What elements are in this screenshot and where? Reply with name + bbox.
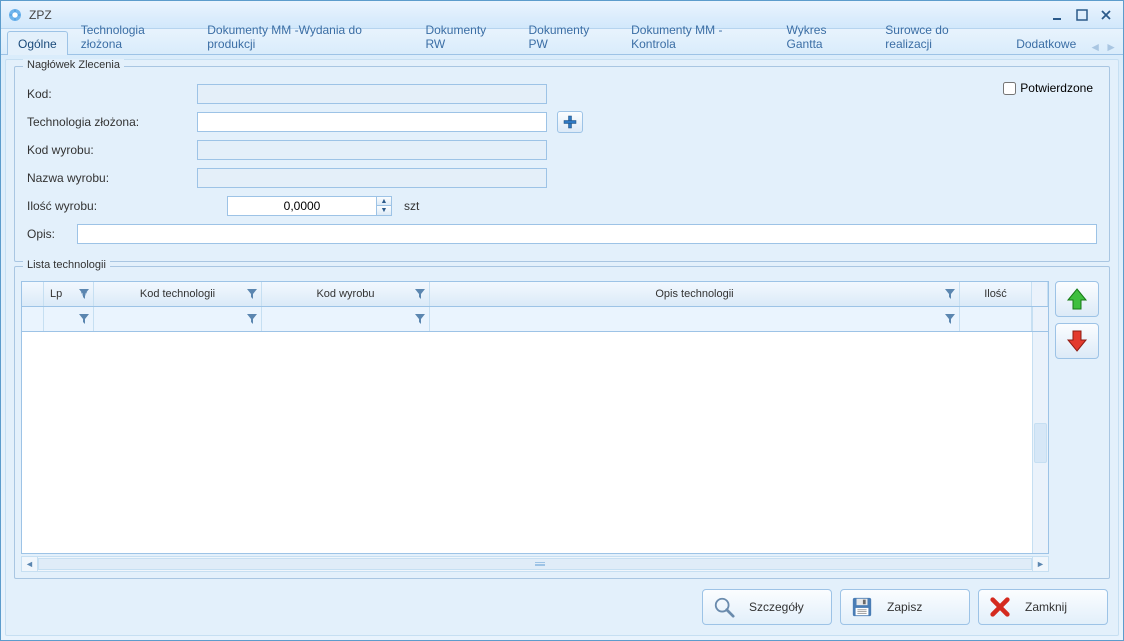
col-lp[interactable]: Lp▽ — [44, 282, 94, 306]
reorder-buttons — [1055, 281, 1103, 572]
filter-ilosc[interactable] — [960, 307, 1032, 331]
technology-grid: Lp▽ Kod technologii Kod wyrobu Opis tech… — [21, 281, 1049, 554]
unit-label: szt — [404, 199, 419, 213]
maximize-button[interactable] — [1071, 6, 1093, 24]
grid-body[interactable] — [22, 332, 1032, 553]
tab-scroll-left-icon[interactable]: ◄ — [1089, 40, 1101, 54]
minimize-button[interactable] — [1047, 6, 1069, 24]
filter-icon[interactable] — [247, 314, 257, 324]
spinner-down[interactable]: ▼ — [377, 206, 391, 215]
tab-technologia-zlozona[interactable]: Technologia złożona — [70, 17, 195, 55]
window: ZPZ Ogólne Technologia złożona Dokumenty… — [0, 0, 1124, 641]
plus-icon — [563, 115, 577, 129]
confirm-checkbox-row: Potwierdzone — [1003, 81, 1093, 95]
save-button[interactable]: Zapisz — [840, 589, 970, 625]
grid-header: Lp▽ Kod technologii Kod wyrobu Opis tech… — [22, 282, 1048, 307]
details-button[interactable]: Szczegóły — [702, 589, 832, 625]
hscroll-thumb[interactable] — [38, 558, 1032, 570]
tabbar: Ogólne Technologia złożona Dokumenty MM … — [1, 29, 1123, 55]
grid-vscroll[interactable] — [1032, 307, 1048, 331]
details-label: Szczegóły — [749, 600, 804, 614]
floppy-icon — [851, 596, 873, 618]
technologia-input[interactable] — [197, 112, 547, 132]
kod-input — [197, 84, 547, 104]
filter-icon[interactable] — [247, 289, 257, 299]
grid-horizontal-scrollbar[interactable]: ◄ ► — [21, 556, 1049, 572]
ilosc-wyrobu-input[interactable] — [227, 196, 377, 216]
filter-icon[interactable] — [79, 289, 89, 299]
tab-ogolne[interactable]: Ogólne — [7, 31, 68, 55]
technologia-label: Technologia złożona: — [27, 115, 197, 129]
close-label: Zamknij — [1025, 600, 1067, 614]
grid-vertical-scrollbar[interactable] — [1032, 332, 1048, 553]
move-up-button[interactable] — [1055, 281, 1099, 317]
tab-surowce[interactable]: Surowce do realizacji — [874, 17, 1003, 55]
tab-dokumenty-rw[interactable]: Dokumenty RW — [414, 17, 515, 55]
hscroll-left[interactable]: ◄ — [22, 557, 38, 571]
confirm-label: Potwierdzone — [1020, 81, 1093, 95]
opis-label: Opis: — [27, 227, 77, 241]
add-technologia-button[interactable] — [557, 111, 583, 133]
filter-icon[interactable] — [415, 314, 425, 324]
close-window-button[interactable] — [1095, 6, 1117, 24]
app-icon — [7, 7, 23, 23]
tab-dokumenty-pw[interactable]: Dokumenty PW — [518, 17, 619, 55]
kod-label: Kod: — [27, 87, 197, 101]
filter-icon[interactable] — [945, 289, 955, 299]
grid-filter-row — [22, 307, 1048, 332]
tab-scroll-right-icon[interactable]: ► — [1105, 40, 1117, 54]
kod-wyrobu-input — [197, 140, 547, 160]
close-icon — [989, 596, 1011, 618]
filter-icon[interactable] — [79, 314, 89, 324]
filter-lp[interactable] — [44, 307, 94, 331]
confirm-checkbox[interactable] — [1003, 82, 1016, 95]
tab-dodatkowe[interactable]: Dodatkowe — [1005, 31, 1087, 55]
col-ilosc[interactable]: Ilość — [960, 282, 1032, 306]
filter-kodtech[interactable] — [94, 307, 262, 331]
spinner-up[interactable]: ▲ — [377, 197, 391, 206]
tab-scroll: ◄ ► — [1089, 40, 1117, 54]
save-label: Zapisz — [887, 600, 922, 614]
hscroll-right[interactable]: ► — [1032, 557, 1048, 571]
filter-icon[interactable] — [945, 314, 955, 324]
nazwa-wyrobu-input — [197, 168, 547, 188]
tab-dokumenty-mm-wydania[interactable]: Dokumenty MM -Wydania do produkcji — [196, 17, 412, 55]
tab-wykres-gantta[interactable]: Wykres Gantta — [776, 17, 873, 55]
filter-sel[interactable] — [22, 307, 44, 331]
kod-wyrobu-label: Kod wyrobu: — [27, 143, 197, 157]
filter-icon[interactable] — [415, 289, 425, 299]
header-groupbox: Nagłówek Zlecenia Potwierdzone Kod: Tech… — [14, 66, 1110, 262]
opis-input[interactable] — [77, 224, 1097, 244]
nazwa-wyrobu-label: Nazwa wyrobu: — [27, 171, 197, 185]
grid-vscroll-header — [1032, 282, 1048, 306]
ilosc-wyrobu-label: Ilość wyrobu: — [27, 199, 197, 213]
grid-wrap: Lp▽ Kod technologii Kod wyrobu Opis tech… — [21, 281, 1049, 572]
filter-kodwyr[interactable] — [262, 307, 430, 331]
filter-opis[interactable] — [430, 307, 960, 331]
magnifier-icon — [713, 596, 735, 618]
header-legend: Nagłówek Zlecenia — [23, 59, 124, 71]
col-kod-technologii[interactable]: Kod technologii — [94, 282, 262, 306]
move-down-button[interactable] — [1055, 323, 1099, 359]
footer: Szczegóły Zapisz Zamknij — [14, 583, 1110, 627]
arrow-down-icon — [1064, 328, 1090, 354]
tab-content: Nagłówek Zlecenia Potwierdzone Kod: Tech… — [5, 59, 1119, 636]
list-legend: Lista technologii — [23, 259, 110, 271]
arrow-up-icon — [1064, 286, 1090, 312]
list-groupbox: Lista technologii Lp▽ Kod technologii Ko… — [14, 266, 1110, 579]
col-selector[interactable] — [22, 282, 44, 306]
col-kod-wyrobu[interactable]: Kod wyrobu — [262, 282, 430, 306]
col-opis-technologii[interactable]: Opis technologii — [430, 282, 960, 306]
close-button[interactable]: Zamknij — [978, 589, 1108, 625]
tab-dokumenty-mm-kontrola[interactable]: Dokumenty MM - Kontrola — [620, 17, 773, 55]
